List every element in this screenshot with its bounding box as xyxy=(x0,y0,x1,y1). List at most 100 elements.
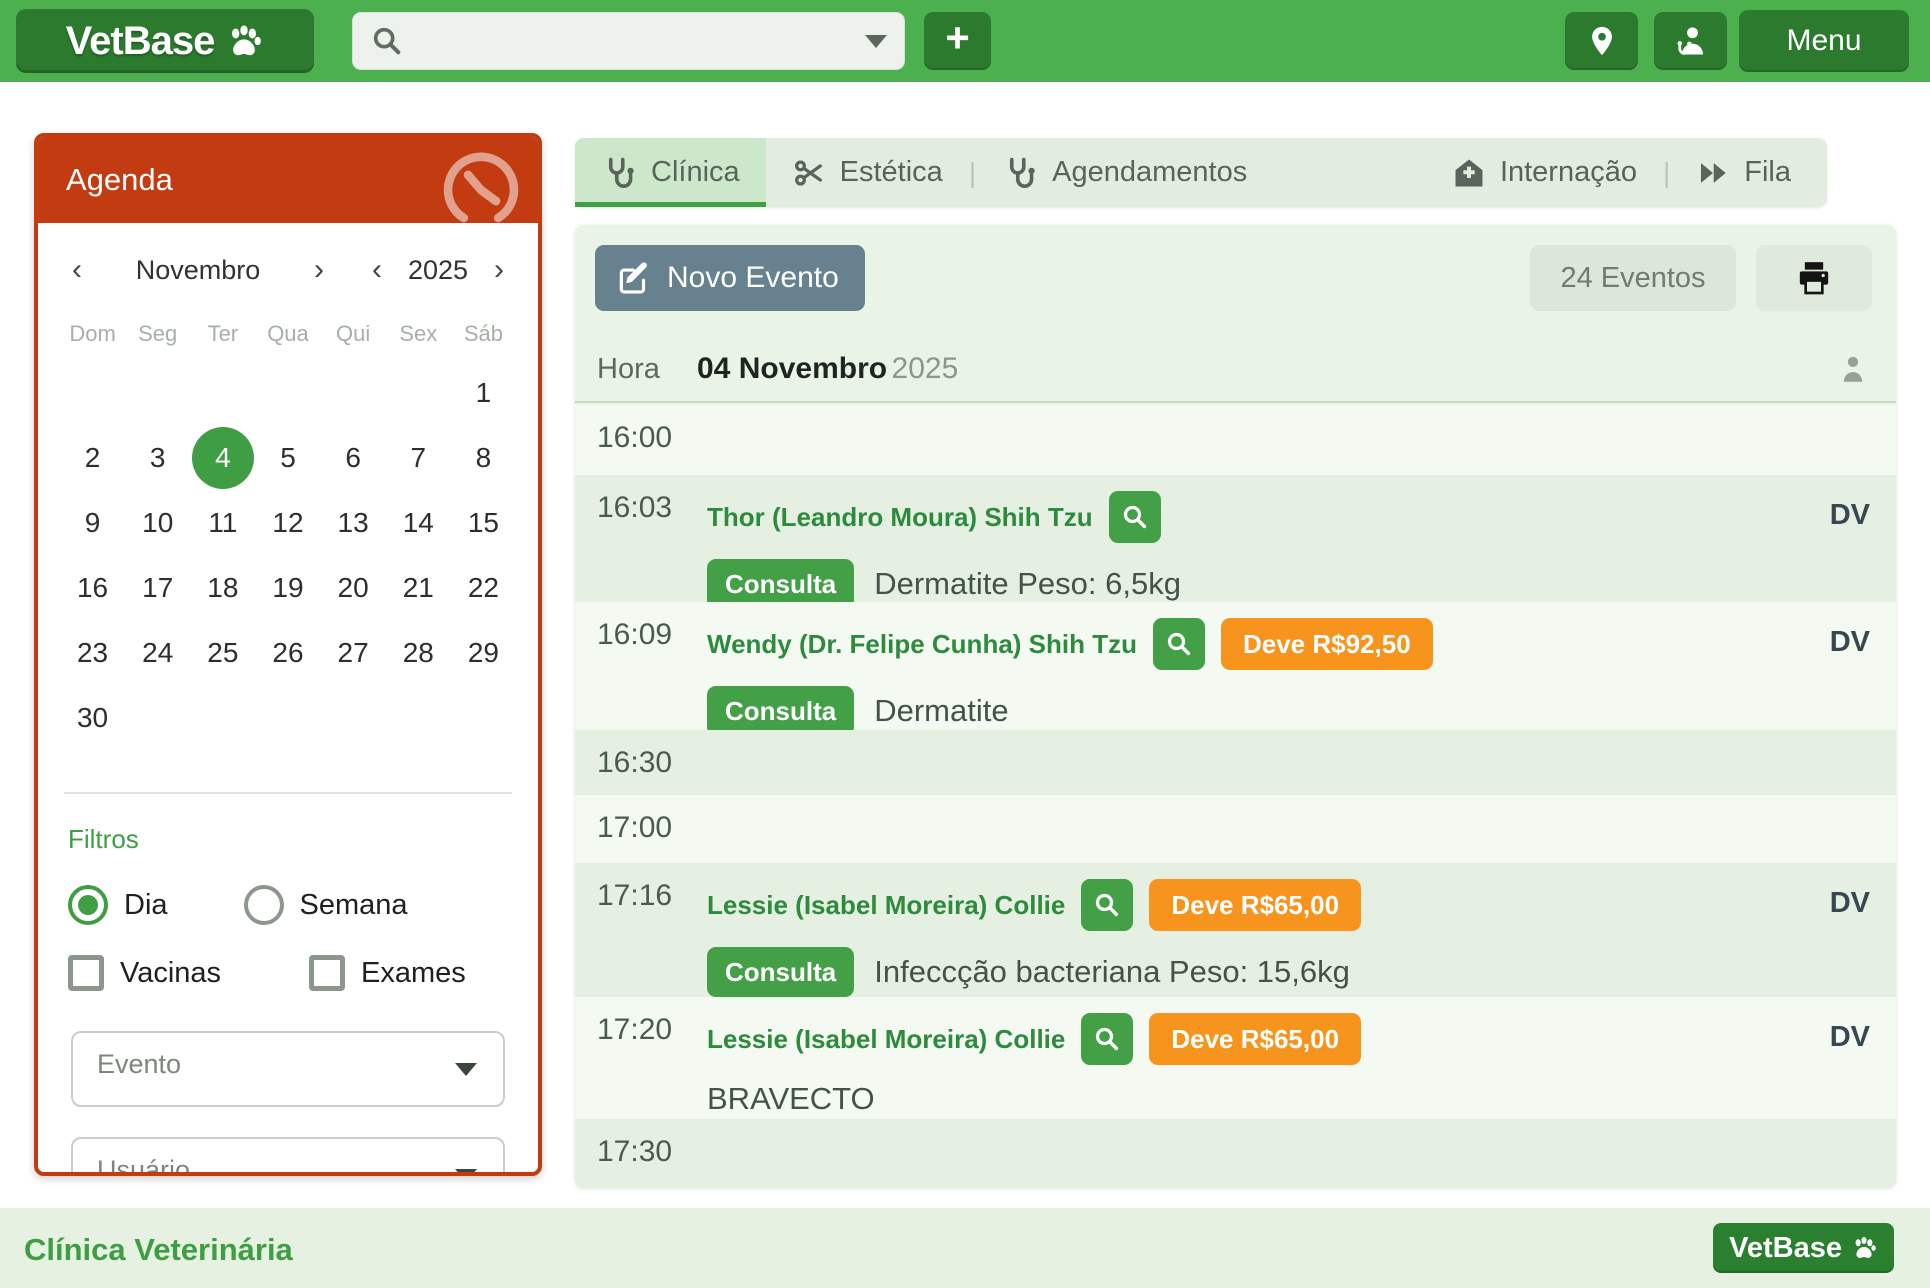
event-patient-link[interactable]: Thor (Leandro Moura) Shih Tzu xyxy=(707,502,1093,533)
radio-day[interactable] xyxy=(68,885,108,925)
checkbox-vaccines[interactable] xyxy=(68,955,104,991)
schedule-row-empty[interactable]: 17:30 xyxy=(575,1119,1896,1188)
calendar-day[interactable]: 2 xyxy=(60,430,125,486)
location-button[interactable] xyxy=(1565,12,1638,70)
calendar-day[interactable]: 27 xyxy=(321,625,386,681)
tab-fila[interactable]: Fila xyxy=(1670,138,1817,207)
search-icon xyxy=(1120,502,1150,532)
prev-year-button[interactable]: ‹ xyxy=(366,253,388,287)
calendar-day[interactable]: 30 xyxy=(60,690,125,746)
event-type-badge: Consulta xyxy=(707,686,854,736)
schedule-row-empty[interactable]: 17:00 xyxy=(575,795,1896,863)
event-search-button[interactable] xyxy=(1109,491,1161,543)
calendar-day[interactable]: 5 xyxy=(255,430,320,486)
amount-due-badge[interactable]: Deve R$65,00 xyxy=(1149,1013,1361,1065)
footer: Clínica Veterinária VetBase xyxy=(0,1208,1930,1288)
footer-logo[interactable]: VetBase xyxy=(1713,1223,1894,1273)
calendar-grid: 1 2 3 4 5 6 7 8 9 10 11 12 13 14 15 16 1… xyxy=(60,365,516,746)
menu-button[interactable]: Menu xyxy=(1739,10,1909,72)
search-dropdown-caret-icon[interactable] xyxy=(865,35,887,48)
calendar-day[interactable]: 11 xyxy=(190,495,255,551)
radio-week[interactable] xyxy=(244,885,284,925)
event-patient-link[interactable]: Wendy (Dr. Felipe Cunha) Shih Tzu xyxy=(707,629,1137,660)
calendar-day[interactable]: 7 xyxy=(386,430,451,486)
weekday-label: Dom xyxy=(60,321,125,347)
amount-due-badge[interactable]: Deve R$92,50 xyxy=(1221,618,1433,670)
user-filter-placeholder: Usuário xyxy=(97,1155,190,1176)
calendar-day[interactable]: 24 xyxy=(125,625,190,681)
calendar-day[interactable]: 20 xyxy=(321,560,386,616)
app-logo[interactable]: VetBase xyxy=(16,9,314,73)
calendar-day xyxy=(125,365,190,421)
search-input[interactable] xyxy=(416,26,865,57)
hora-column-label: Hora xyxy=(597,353,697,386)
veterinarian-button[interactable] xyxy=(1654,12,1727,70)
tab-internacao-label: Internação xyxy=(1500,156,1637,189)
checkbox-exams-label: Exames xyxy=(361,957,466,990)
calendar-day xyxy=(321,365,386,421)
event-search-button[interactable] xyxy=(1081,1013,1133,1065)
calendar-day[interactable]: 22 xyxy=(451,560,516,616)
next-month-button[interactable]: › xyxy=(308,253,330,287)
tab-estetica-label: Estética xyxy=(840,156,943,189)
printer-icon xyxy=(1794,258,1834,298)
event-filter-select[interactable]: Evento xyxy=(71,1031,505,1107)
calendar-day[interactable]: 3 xyxy=(125,430,190,486)
calendar-day[interactable]: 18 xyxy=(190,560,255,616)
calendar-day[interactable]: 13 xyxy=(321,495,386,551)
tab-clinica[interactable]: Clínica xyxy=(575,138,766,207)
calendar-day[interactable]: 6 xyxy=(321,430,386,486)
tab-agendamentos[interactable]: Agendamentos xyxy=(976,138,1273,207)
calendar-day[interactable]: 25 xyxy=(190,625,255,681)
user-filter-select[interactable]: Usuário xyxy=(71,1137,505,1176)
calendar-day[interactable]: 19 xyxy=(255,560,320,616)
checkbox-exams[interactable] xyxy=(309,955,345,991)
calendar-day[interactable]: 29 xyxy=(451,625,516,681)
calendar-day[interactable]: 1 xyxy=(451,365,516,421)
calendar-day xyxy=(451,690,516,746)
calendar-day[interactable]: 10 xyxy=(125,495,190,551)
calendar-day[interactable]: 17 xyxy=(125,560,190,616)
calendar-day xyxy=(190,690,255,746)
row-time: 16:00 xyxy=(597,421,672,455)
calendar-day[interactable]: 15 xyxy=(451,495,516,551)
calendar-day[interactable]: 16 xyxy=(60,560,125,616)
calendar-day[interactable]: 23 xyxy=(60,625,125,681)
calendar-month-label: Novembro xyxy=(88,255,308,286)
app-logo-text: VetBase xyxy=(66,19,215,64)
calendar-day-selected[interactable]: 4 xyxy=(190,430,255,486)
event-owner-initials: DV xyxy=(1830,887,1870,920)
tab-internacao[interactable]: Internação xyxy=(1426,138,1663,207)
calendar-day[interactable]: 14 xyxy=(386,495,451,551)
schedule-row-empty[interactable]: 16:00 xyxy=(575,405,1896,475)
next-year-button[interactable]: › xyxy=(488,253,510,287)
calendar-day[interactable]: 26 xyxy=(255,625,320,681)
event-search-button[interactable] xyxy=(1153,618,1205,670)
add-button[interactable]: + xyxy=(924,12,991,70)
prev-month-button[interactable]: ‹ xyxy=(66,253,88,287)
row-time: 16:09 xyxy=(597,618,672,652)
schedule-date-year: 2025 xyxy=(892,352,959,385)
calendar-day[interactable]: 9 xyxy=(60,495,125,551)
person-icon[interactable] xyxy=(1836,352,1870,386)
view-mode-radios: Dia Semana xyxy=(68,885,538,925)
calendar-day[interactable]: 28 xyxy=(386,625,451,681)
event-search-button[interactable] xyxy=(1081,879,1133,931)
event-patient-link[interactable]: Lessie (Isabel Moreira) Collie xyxy=(707,890,1065,921)
calendar-day xyxy=(190,365,255,421)
schedule-row-empty[interactable]: 16:30 xyxy=(575,730,1896,795)
calendar-day[interactable]: 12 xyxy=(255,495,320,551)
schedule-rows: 16:00 16:03 Thor (Leandro Moura) Shih Tz… xyxy=(575,405,1896,1188)
search-icon xyxy=(1092,1024,1122,1054)
new-event-button[interactable]: Novo Evento xyxy=(595,245,865,311)
calendar-day[interactable]: 21 xyxy=(386,560,451,616)
tab-estetica[interactable]: Estética xyxy=(766,138,969,207)
weekday-label: Sex xyxy=(386,321,451,347)
clinic-name: Clínica Veterinária xyxy=(24,1232,293,1268)
event-patient-link[interactable]: Lessie (Isabel Moreira) Collie xyxy=(707,1024,1065,1055)
print-button[interactable] xyxy=(1756,245,1872,311)
paw-icon xyxy=(224,21,264,61)
calendar-day[interactable]: 8 xyxy=(451,430,516,486)
amount-due-badge[interactable]: Deve R$65,00 xyxy=(1149,879,1361,931)
agenda-panel: Agenda ‹ Novembro › ‹ 2025 › Dom Seg Ter… xyxy=(34,133,542,1176)
